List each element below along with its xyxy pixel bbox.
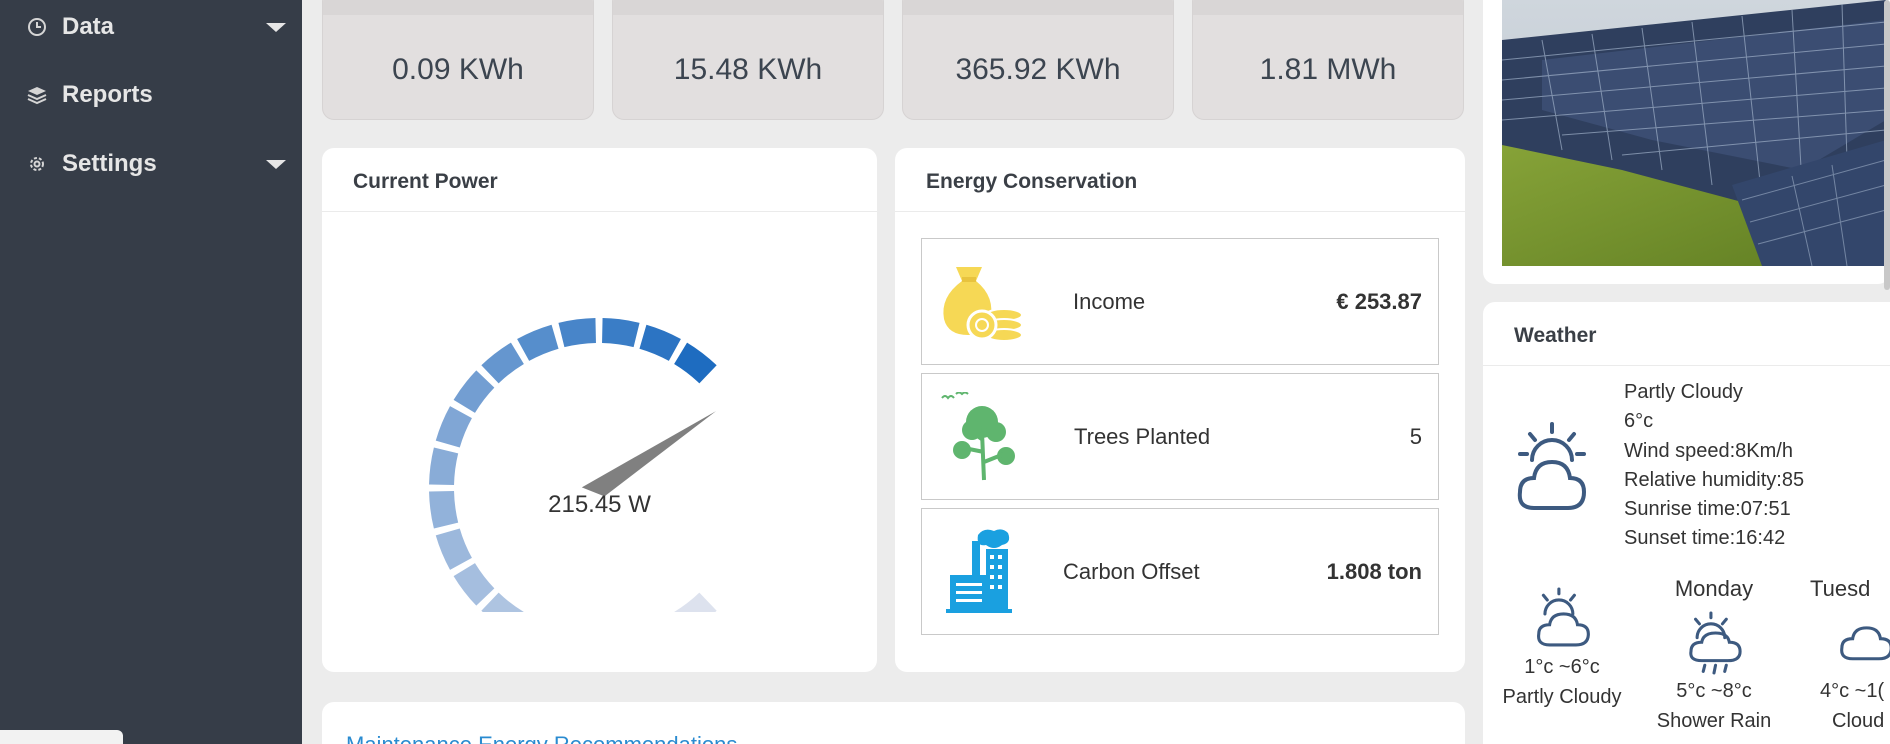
weather-wind: Wind speed:8Km/h (1624, 439, 1793, 462)
cons-value: 5 (1409, 424, 1422, 449)
sidebar-item-settings[interactable]: Settings (0, 139, 302, 189)
income-item: Income € 253.87 (921, 238, 1439, 365)
current-weather: Partly Cloudy 6°c Wind speed:8Km/h Relat… (1624, 378, 1804, 554)
weather-condition: Partly Cloudy (1624, 381, 1743, 403)
forecast-condition: Partly Cloudy (1502, 686, 1622, 708)
trees-item: Trees Planted 5 (921, 373, 1439, 500)
forecast-condition: Cloud (1832, 710, 1885, 732)
partly-cloudy-icon (1512, 420, 1592, 519)
layers-icon (26, 84, 48, 106)
sidebar-item-data[interactable]: Data (0, 2, 302, 52)
card-title: Energy Conservation (926, 170, 1138, 193)
chevron-down-icon (266, 22, 286, 32)
cons-value: 1.808 ton (1326, 559, 1422, 584)
forecast-range: 4°c ~1( (1820, 680, 1885, 702)
gauge-segment (481, 592, 524, 612)
forecast-day: Tuesd (1810, 576, 1871, 601)
gauge-segment (674, 592, 717, 612)
gauge-segment (602, 318, 640, 348)
cons-label: Income (1073, 289, 1146, 314)
current-power-card: Current Power 215.45 W (322, 148, 877, 672)
stat-value: 1.81 MWh (1259, 53, 1397, 86)
weather-temp: 6°c (1624, 410, 1654, 433)
sidebar: Data Reports Settings (0, 0, 302, 744)
stat-value: 15.48 KWh (673, 53, 823, 86)
gauge-segment (435, 528, 472, 570)
stat-value: 0.09 KWh (392, 53, 524, 86)
gauge-segment (453, 563, 495, 606)
gauge-segment (429, 447, 459, 485)
stat-tile-today: 0.09 KWh (322, 0, 594, 120)
chevron-down-icon (266, 159, 286, 169)
dashboard: Data Reports Settings 0.09 KWh 15.48 KWh… (0, 0, 1890, 744)
trees-icon (938, 391, 1030, 484)
sidebar-item-reports[interactable]: Reports (0, 70, 302, 120)
power-gauge (429, 318, 717, 612)
sidebar-item-label: Reports (62, 81, 153, 108)
carbon-offset-item: Carbon Offset 1.808 ton (921, 508, 1439, 635)
stat-tile-year: 365.92 KWh (902, 0, 1174, 120)
partly-cloudy-icon (1492, 586, 1632, 652)
weather-humidity: Relative humidity:85 (1624, 468, 1805, 491)
cloudy-icon (1810, 604, 1890, 676)
gauge-segment (639, 324, 681, 361)
card-title: Weather (1514, 324, 1597, 347)
forecast-range: 1°c ~6°c (1524, 656, 1600, 678)
gauge-needle (581, 411, 717, 497)
forecast-range: 5°c ~8°c (1676, 680, 1752, 702)
gear-icon (26, 153, 48, 175)
stat-tile-month: 15.48 KWh (612, 0, 884, 120)
cons-value: € 253.87 (1336, 289, 1422, 314)
sidebar-footer-tab (0, 730, 123, 744)
gauge-segment (558, 318, 596, 348)
gauge-segment (481, 342, 524, 384)
weather-sunrise: Sunrise time:07:51 (1624, 498, 1791, 521)
gauge-segment (453, 370, 495, 413)
money-bag-coins-icon (938, 257, 1030, 349)
sidebar-item-label: Data (62, 13, 115, 40)
forecast-condition: Shower Rain (1656, 710, 1772, 732)
sidebar-item-label: Settings (62, 150, 157, 177)
tab-link[interactable]: Maintenance Energy Recommendations (346, 732, 737, 744)
solar-panels-image (1502, 0, 1886, 266)
clock-icon (26, 16, 48, 38)
cons-label: Carbon Offset (1063, 559, 1200, 584)
energy-conservation-card: Energy Conservation Income € 253.87 Tree… (895, 148, 1465, 672)
forecast-day-1: Monday 5°c ~8°c Shower Rain (1644, 574, 1784, 736)
forecast-day-0: 1°c ~6°c Partly Cloudy (1492, 586, 1632, 712)
forecast-day: Monday (1674, 576, 1754, 601)
gauge-value: 215.45 W (548, 491, 651, 518)
gauge-segment (674, 342, 717, 384)
gauge-segment (517, 324, 559, 361)
shower-rain-icon (1644, 604, 1784, 676)
cons-label: Trees Planted (1074, 424, 1211, 449)
bottom-tabs-card: Maintenance Energy Recommendations (322, 702, 1465, 744)
gauge-segment (435, 406, 472, 448)
forecast-day-2: Tuesd 4°c ~1( Cloud (1810, 574, 1890, 736)
scrollbar[interactable] (1884, 0, 1890, 290)
stat-tile-total: 1.81 MWh (1192, 0, 1464, 120)
factory-icon (938, 527, 1030, 619)
card-title: Current Power (353, 170, 498, 193)
stat-value: 365.92 KWh (955, 53, 1121, 86)
weather-sunset: Sunset time:16:42 (1624, 527, 1786, 550)
